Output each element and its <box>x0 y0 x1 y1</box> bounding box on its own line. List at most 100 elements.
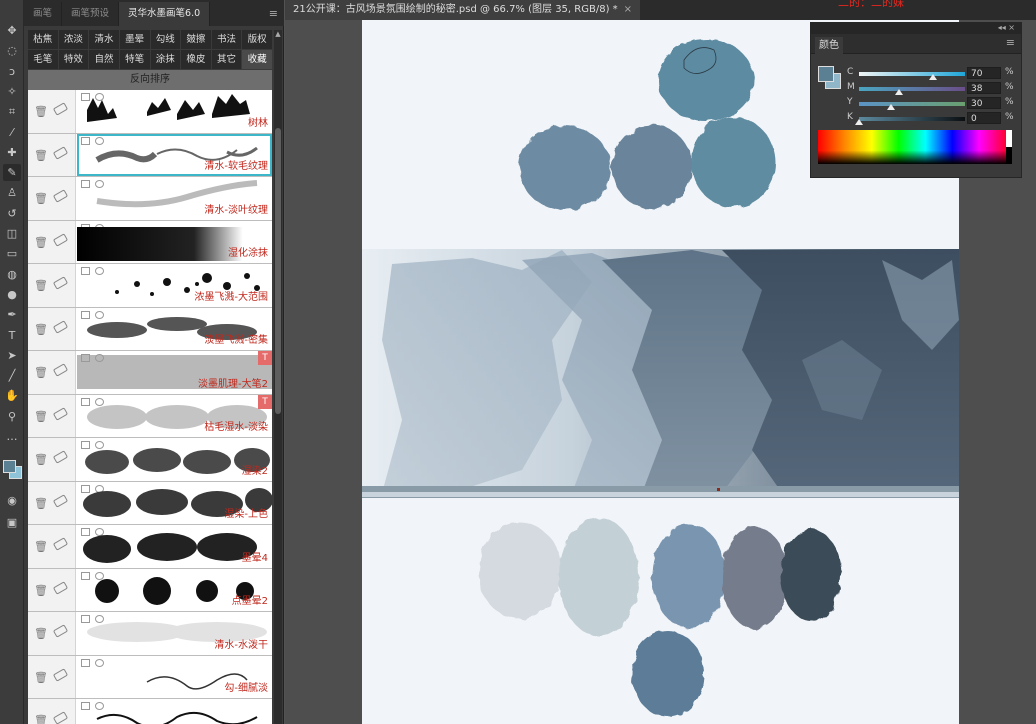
trash-icon[interactable]: 🗑 <box>34 236 48 249</box>
trash-icon[interactable]: 🗑 <box>34 279 48 292</box>
brush-preview[interactable]: 树林 <box>77 90 272 133</box>
channel-slider-track[interactable] <box>859 102 965 106</box>
brush-preview[interactable]: 清水-淡叶纹理 <box>77 177 272 220</box>
brush-row[interactable]: 🗑 <box>28 699 272 724</box>
color-panel-titlebar[interactable]: ◂◂ × <box>811 23 1021 34</box>
trash-icon[interactable]: 🗑 <box>34 192 48 205</box>
eraser-icon[interactable] <box>52 145 69 160</box>
channel-value-input[interactable]: 30 <box>967 97 1001 109</box>
eraser-icon[interactable] <box>52 711 69 724</box>
reverse-sort-button[interactable]: 反向排序 <box>28 70 272 90</box>
brush-row[interactable]: 🗑 湿染-上色 <box>28 481 272 525</box>
marquee-icon[interactable]: ◌ <box>3 42 21 59</box>
eraser-icon[interactable] <box>52 319 69 334</box>
tab-ink-brushes[interactable]: 灵华水墨画笔6.0 <box>119 2 211 26</box>
color-panel-title[interactable]: 颜色 <box>815 37 843 54</box>
brush-preview[interactable]: 湿染-上色 <box>77 482 272 525</box>
category-b7[interactable]: 收藏 <box>242 50 272 69</box>
channel-slider-track[interactable] <box>859 87 965 91</box>
trash-icon[interactable]: 🗑 <box>34 453 48 466</box>
category-b0[interactable]: 毛笔 <box>28 50 58 69</box>
channel-slider-thumb[interactable] <box>886 104 895 110</box>
trash-icon[interactable]: 🗑 <box>34 105 48 118</box>
color-spectrum-ramp[interactable] <box>818 130 1006 164</box>
eraser-icon[interactable] <box>52 406 69 421</box>
category-a6[interactable]: 书法 <box>211 30 242 49</box>
brush-preview[interactable]: 清水-软毛纹理 <box>77 133 272 176</box>
close-tab-icon[interactable]: × <box>624 4 632 15</box>
brush-row[interactable]: 🗑 勾-细腻淡 <box>28 655 272 699</box>
brush-row[interactable]: 🗑 点墨晕2 <box>28 568 272 612</box>
brush-row[interactable]: 🗑 湿染2 <box>28 438 272 482</box>
brush-preview[interactable]: 墨晕4 <box>77 525 272 568</box>
brush-preview[interactable]: 湿染2 <box>77 438 272 481</box>
channel-slider-thumb[interactable] <box>855 119 863 125</box>
channel-value-input[interactable]: 38 <box>967 82 1001 94</box>
trash-icon[interactable]: 🗑 <box>34 410 48 423</box>
trash-icon[interactable]: 🗑 <box>34 497 48 510</box>
trash-icon[interactable]: 🗑 <box>34 714 48 724</box>
white-swatch[interactable] <box>1006 130 1012 147</box>
brush-row[interactable]: 🗑 淡墨飞溅-密集 <box>28 307 272 351</box>
brush-preview[interactable]: 浓墨飞溅-大范围 <box>77 264 272 307</box>
eraser-icon[interactable] <box>52 189 69 203</box>
eraser-icon[interactable] <box>52 624 69 638</box>
channel-slider-thumb[interactable] <box>929 74 938 80</box>
trash-icon[interactable]: 🗑 <box>34 149 48 162</box>
gradient-icon[interactable]: ▭ <box>3 245 21 262</box>
eraser-icon[interactable] <box>52 667 69 682</box>
healing-icon[interactable]: ✚ <box>3 144 21 161</box>
category-a7[interactable]: 版权 <box>242 30 272 49</box>
brush-row[interactable]: 🗑 T 枯毛湿水-淡染 <box>28 394 272 438</box>
category-a4[interactable]: 勾线 <box>150 30 181 49</box>
tab-brushes[interactable]: 画笔 <box>24 2 63 26</box>
more-icon[interactable]: … <box>3 428 21 445</box>
pen-icon[interactable]: ✒ <box>3 306 21 323</box>
collapse-icon[interactable]: ◂◂ × <box>998 23 1015 32</box>
hand-icon[interactable]: ✋ <box>3 387 21 404</box>
type-icon[interactable]: T <box>3 327 21 344</box>
eraser-icon[interactable] <box>52 232 69 247</box>
tab-brush-presets[interactable]: 画笔预设 <box>62 2 120 26</box>
category-b5[interactable]: 橡皮 <box>181 50 211 69</box>
category-b1[interactable]: 特效 <box>58 50 89 69</box>
magic-wand-icon[interactable]: ✧ <box>3 83 21 100</box>
trash-icon[interactable]: 🗑 <box>34 366 48 379</box>
scrollbar-thumb[interactable] <box>275 128 281 414</box>
eraser-icon[interactable] <box>52 580 69 595</box>
category-b4[interactable]: 涂抹 <box>150 50 181 69</box>
brush-preview[interactable]: 湿化涂抹 <box>77 221 272 264</box>
category-a3[interactable]: 墨晕 <box>119 30 150 49</box>
trash-icon[interactable]: 🗑 <box>34 584 48 597</box>
brush-row[interactable]: 🗑 清水-淡叶纹理 <box>28 177 272 221</box>
trash-icon[interactable]: 🗑 <box>34 627 48 640</box>
blur-icon[interactable]: ◍ <box>3 266 21 283</box>
brush-row[interactable]: 🗑 湿化涂抹 <box>28 220 272 264</box>
trash-icon[interactable]: 🗑 <box>34 540 48 553</box>
eraser-icon[interactable] <box>52 363 69 377</box>
quick-mask-icon[interactable]: ◉ <box>3 492 21 509</box>
eyedropper-icon[interactable]: ⁄ <box>3 124 21 141</box>
trash-icon[interactable]: 🗑 <box>34 671 48 684</box>
category-a1[interactable]: 浓淡 <box>58 30 89 49</box>
eraser-icon[interactable] <box>52 102 69 116</box>
brush-row[interactable]: 🗑 浓墨飞溅-大范围 <box>28 264 272 308</box>
stamp-icon[interactable]: ♙ <box>3 184 21 201</box>
dodge-icon[interactable]: ● <box>3 286 21 303</box>
category-b3[interactable]: 特笔 <box>119 50 150 69</box>
eraser-icon[interactable] <box>52 450 69 464</box>
brush-icon[interactable]: ✎ <box>3 164 21 182</box>
panel-menu-icon[interactable]: ≡ <box>269 7 278 20</box>
eraser-icon[interactable] <box>52 537 69 551</box>
brush-row[interactable]: 🗑 清水-软毛纹理 <box>28 133 272 177</box>
line-icon[interactable]: ╱ <box>3 367 21 384</box>
color-panel-menu-icon[interactable]: ≡ <box>1006 36 1015 49</box>
move-icon[interactable]: ✥ <box>3 22 21 39</box>
channel-value-input[interactable]: 70 <box>967 67 1001 79</box>
category-a0[interactable]: 枯焦 <box>28 30 58 49</box>
crop-icon[interactable]: ⌗ <box>3 103 21 120</box>
brush-preview[interactable]: 点墨晕2 <box>77 569 272 612</box>
screen-mode-icon[interactable]: ▣ <box>3 514 21 531</box>
trash-icon[interactable]: 🗑 <box>34 323 48 336</box>
zoom-icon[interactable]: ⚲ <box>3 408 21 425</box>
